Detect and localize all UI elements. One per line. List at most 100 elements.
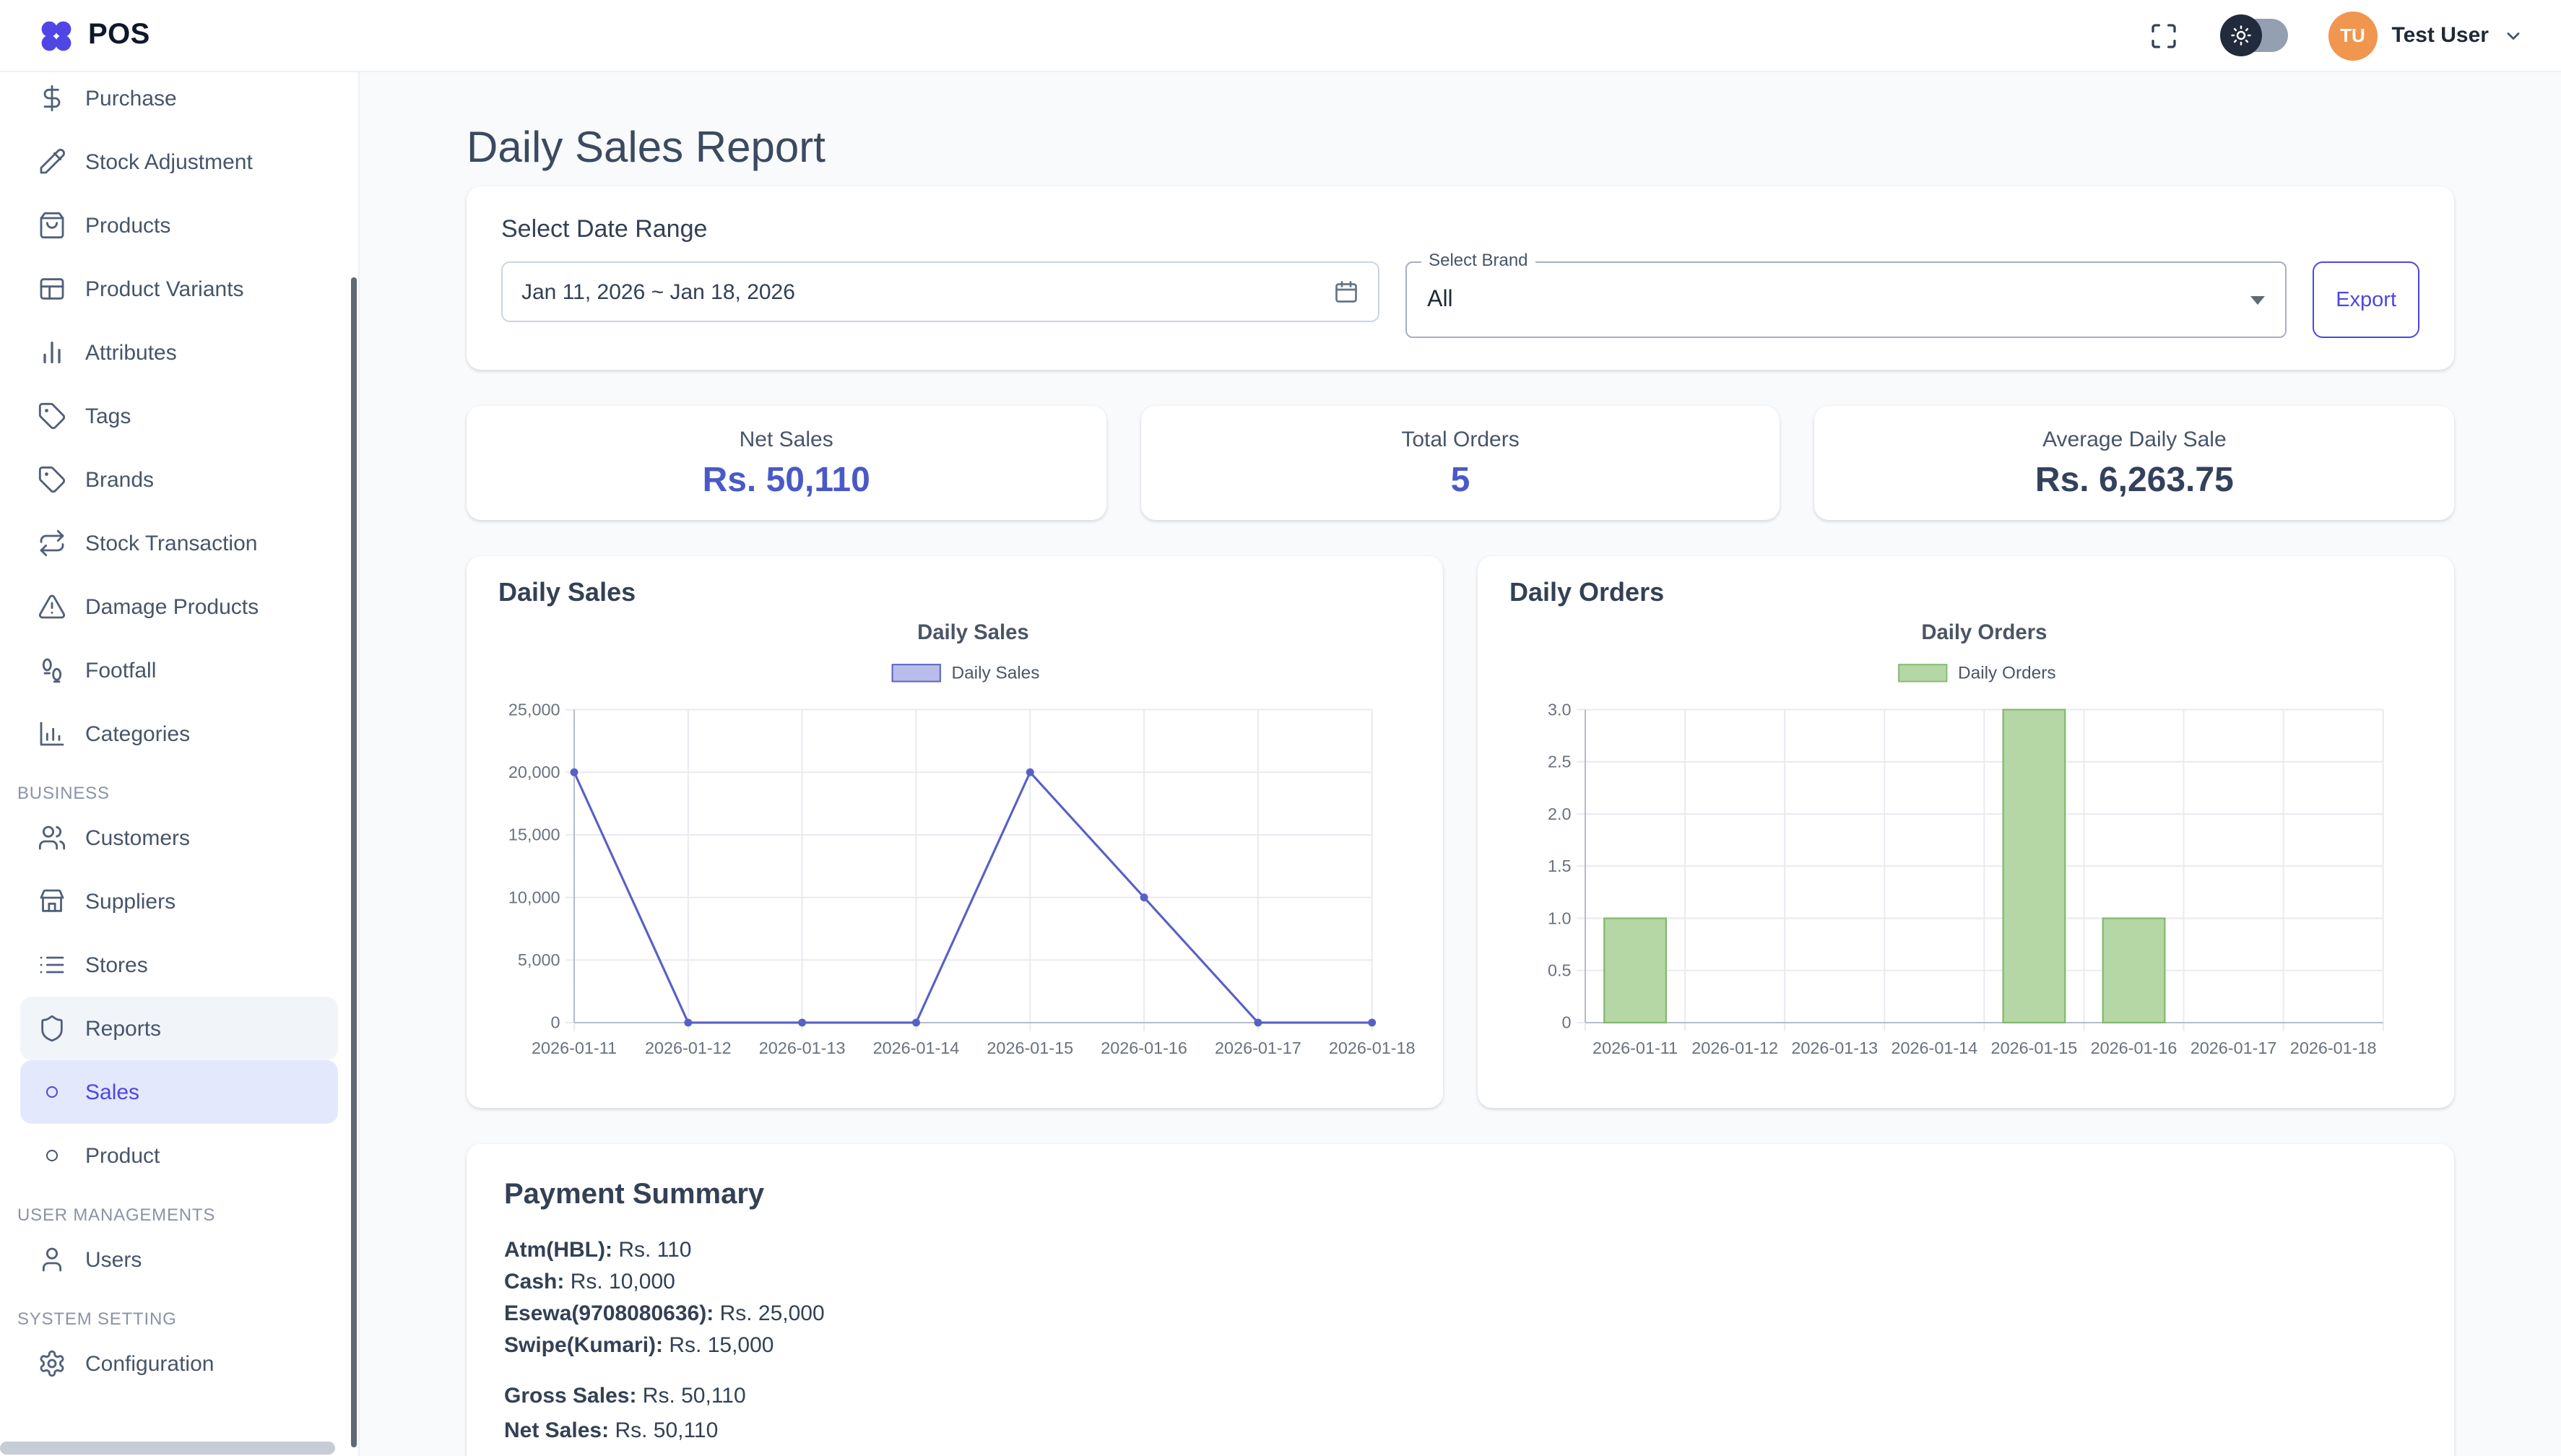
chevron-down-icon xyxy=(2503,25,2523,46)
stats-row: Net Sales Rs. 50,110 Total Orders 5 Aver… xyxy=(467,406,2454,520)
svg-text:2026-01-16: 2026-01-16 xyxy=(1101,1039,1187,1057)
payment-method-value: Rs. 15,000 xyxy=(669,1332,774,1357)
svg-text:2026-01-13: 2026-01-13 xyxy=(759,1039,846,1057)
stat-value: Rs. 6,263.75 xyxy=(1815,461,2454,501)
export-button[interactable]: Export xyxy=(2313,261,2419,338)
sidebar-item-label: Product xyxy=(85,1143,160,1168)
payment-total-value: Rs. 50,110 xyxy=(643,1383,746,1408)
sidebar-item-damage-products[interactable]: Damage Products xyxy=(0,575,358,638)
sidebar-item-products[interactable]: Products xyxy=(0,194,358,257)
sidebar-item-suppliers[interactable]: Suppliers xyxy=(0,870,358,933)
payment-method-label: Cash: xyxy=(504,1269,564,1294)
store-icon xyxy=(38,887,66,916)
sidebar-item-categories[interactable]: Categories xyxy=(0,702,358,766)
svg-text:15,000: 15,000 xyxy=(508,826,560,844)
sidebar-item-label: Stock Transaction xyxy=(85,531,257,555)
sidebar-item-label: Suppliers xyxy=(85,889,176,914)
sidebar-item-label: Product Variants xyxy=(85,277,244,301)
sidebar-item-stock-adjustment[interactable]: Stock Adjustment xyxy=(0,130,358,194)
user-menu[interactable]: TU Test User xyxy=(2328,11,2523,60)
payment-line-atm: Atm(HBL): Rs. 110 xyxy=(504,1234,2417,1266)
svg-text:25,000: 25,000 xyxy=(508,700,560,719)
sidebar-item-product[interactable]: Product xyxy=(0,1124,358,1187)
bullet-circle-icon xyxy=(46,1150,58,1161)
bar-chart-icon xyxy=(38,338,66,367)
sidebar-item-users[interactable]: Users xyxy=(0,1228,358,1291)
dollar-icon xyxy=(38,84,66,113)
svg-text:2026-01-11: 2026-01-11 xyxy=(1592,1039,1678,1057)
avatar: TU xyxy=(2328,11,2377,60)
svg-text:2026-01-18: 2026-01-18 xyxy=(2290,1039,2377,1057)
filter-row: Jan 11, 2026 ~ Jan 18, 2026 Select Brand… xyxy=(501,261,2419,338)
sidebar-item-footfall[interactable]: Footfall xyxy=(0,638,358,702)
svg-text:2026-01-15: 2026-01-15 xyxy=(1991,1039,2078,1057)
theme-toggle[interactable] xyxy=(2221,19,2287,52)
stat-card-net-sales: Net Sales Rs. 50,110 xyxy=(467,406,1106,520)
sidebar-item-label: Damage Products xyxy=(85,594,259,619)
payment-summary-title: Payment Summary xyxy=(504,1178,2417,1211)
svg-text:Daily Orders: Daily Orders xyxy=(1921,621,2047,644)
pencil-icon xyxy=(38,147,66,176)
payment-total-label: Net Sales: xyxy=(504,1418,609,1442)
sidebar-item-stores[interactable]: Stores xyxy=(0,933,358,997)
svg-text:2026-01-13: 2026-01-13 xyxy=(1791,1039,1878,1057)
fullscreen-icon xyxy=(2149,21,2178,50)
sidebar-item-tags[interactable]: Tags xyxy=(0,384,358,448)
repeat-arrows-icon xyxy=(38,529,66,558)
svg-text:20,000: 20,000 xyxy=(508,763,560,781)
payment-method-label: Atm(HBL): xyxy=(504,1237,612,1262)
svg-text:1.5: 1.5 xyxy=(1548,857,1572,875)
svg-text:Daily Orders: Daily Orders xyxy=(1958,664,2055,683)
brand-tag-icon xyxy=(38,465,66,494)
footprints-icon xyxy=(38,656,66,685)
sidebar-section-business: BUSINESS xyxy=(0,766,358,806)
pos-logo-icon xyxy=(38,17,75,54)
sidebar-item-label: Products xyxy=(85,213,170,238)
svg-text:Daily Sales: Daily Sales xyxy=(917,621,1029,644)
horizontal-scrollbar-thumb[interactable] xyxy=(0,1442,335,1455)
sidebar-item-brands[interactable]: Brands xyxy=(0,448,358,511)
sidebar-item-customers[interactable]: Customers xyxy=(0,806,358,870)
payment-total-label: Gross Sales: xyxy=(504,1383,636,1408)
svg-text:0.5: 0.5 xyxy=(1548,961,1572,980)
sidebar-scrollbar-thumb[interactable] xyxy=(351,277,357,1447)
date-range-input[interactable]: Jan 11, 2026 ~ Jan 18, 2026 xyxy=(501,261,1379,322)
users-group-icon xyxy=(38,823,66,852)
sidebar-item-label: Configuration xyxy=(85,1351,214,1376)
svg-text:0: 0 xyxy=(1561,1013,1571,1032)
payment-total-value: Rs. 50,110 xyxy=(615,1418,718,1442)
chart-column-icon xyxy=(38,719,66,748)
payment-line-gross-sales: Gross Sales: Rs. 50,110 xyxy=(504,1379,2417,1413)
sidebar-item-attributes[interactable]: Attributes xyxy=(0,321,358,384)
sun-icon xyxy=(2230,25,2251,46)
sidebar-item-label: Tags xyxy=(85,404,131,428)
payment-line-cash: Cash: Rs. 10,000 xyxy=(504,1266,2417,1298)
stat-label: Net Sales xyxy=(467,428,1106,452)
main-content: Daily Sales Report Select Date Range Jan… xyxy=(360,72,2561,1456)
sidebar-item-product-variants[interactable]: Product Variants xyxy=(0,257,358,321)
sidebar-item-configuration[interactable]: Configuration xyxy=(0,1332,358,1395)
payment-line-net-sales: Net Sales: Rs. 50,110 xyxy=(504,1413,2417,1448)
sidebar-item-reports[interactable]: Reports xyxy=(20,997,338,1060)
date-range-label: Select Date Range xyxy=(501,215,2419,244)
calendar-icon xyxy=(1333,279,1359,305)
app-root: POS TU Test User xyxy=(0,0,2561,1456)
svg-text:2026-01-14: 2026-01-14 xyxy=(873,1039,960,1057)
sidebar-item-purchase[interactable]: Purchase xyxy=(0,72,358,130)
sidebar: Purchase Stock Adjustment Products Produ… xyxy=(0,72,360,1456)
svg-text:2026-01-15: 2026-01-15 xyxy=(987,1039,1073,1057)
svg-text:5,000: 5,000 xyxy=(518,950,560,969)
sidebar-item-stock-transaction[interactable]: Stock Transaction xyxy=(0,511,358,575)
stat-value: 5 xyxy=(1140,461,1780,501)
daily-sales-card-title: Daily Sales xyxy=(487,578,1423,608)
brand-select[interactable]: Select Brand All xyxy=(1405,261,2287,338)
svg-text:2026-01-11: 2026-01-11 xyxy=(532,1039,617,1057)
layout: Purchase Stock Adjustment Products Produ… xyxy=(0,0,2561,1456)
sidebar-item-sales[interactable]: Sales xyxy=(20,1060,338,1124)
brand-name: POS xyxy=(88,19,150,52)
svg-text:0: 0 xyxy=(550,1013,560,1032)
sidebar-item-label: Customers xyxy=(85,826,190,850)
fullscreen-button[interactable] xyxy=(2146,18,2180,53)
payment-summary-card: Payment Summary Atm(HBL): Rs. 110 Cash: … xyxy=(467,1143,2454,1456)
page-title: Daily Sales Report xyxy=(467,123,2454,175)
